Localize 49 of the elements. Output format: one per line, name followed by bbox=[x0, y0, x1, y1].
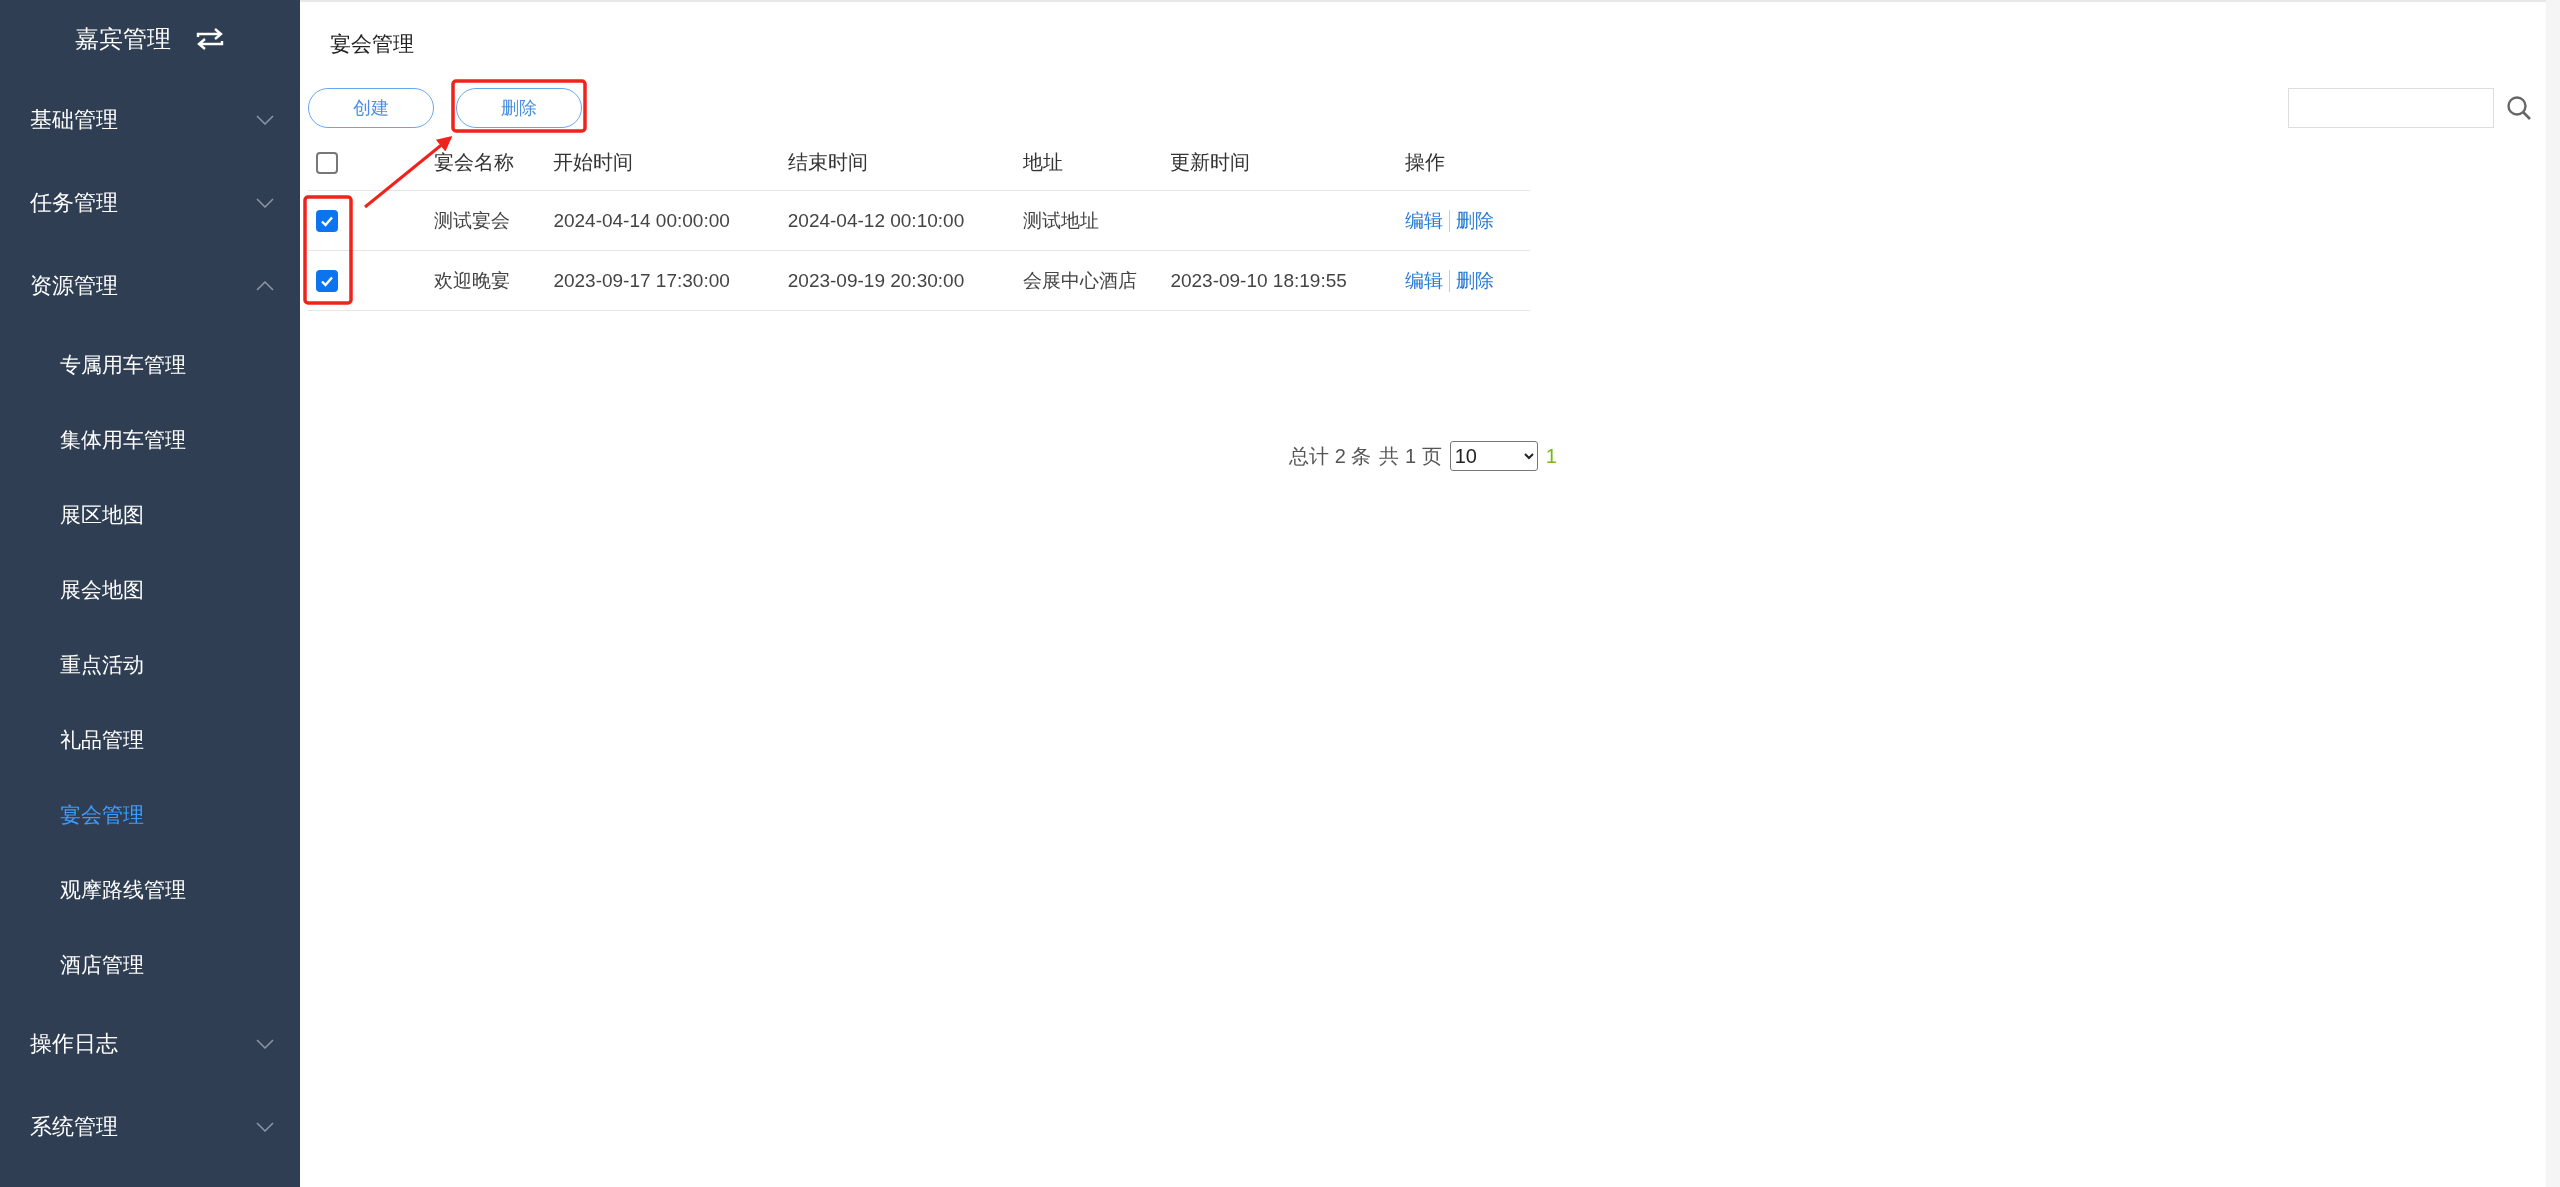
menu-item[interactable]: 宴会管理 bbox=[0, 777, 300, 852]
page-size-select[interactable]: 10 bbox=[1449, 441, 1538, 471]
menu-group[interactable]: 系统管理 bbox=[0, 1085, 300, 1168]
action-link[interactable]: 编辑 bbox=[1404, 209, 1443, 231]
chevron-icon bbox=[256, 1038, 274, 1049]
checkbox[interactable] bbox=[316, 270, 338, 292]
chevron-icon bbox=[256, 280, 274, 291]
switch-icon[interactable] bbox=[195, 27, 225, 51]
table-cell: 欢迎晚宴 bbox=[434, 269, 511, 291]
chevron-icon bbox=[256, 1121, 274, 1132]
menu-item[interactable]: 酒店管理 bbox=[0, 927, 300, 1002]
column-header: 宴会名称 bbox=[434, 150, 515, 173]
menu-group[interactable]: 任务管理 bbox=[0, 161, 300, 244]
column-header: 开始时间 bbox=[553, 150, 634, 173]
table-cell: 2023-09-19 20:30:00 bbox=[787, 269, 965, 291]
menu-group[interactable]: 操作日志 bbox=[0, 1002, 300, 1085]
column-header: 结束时间 bbox=[787, 150, 868, 173]
menu-item[interactable]: 展会地图 bbox=[0, 552, 300, 627]
table-cell: 2023-09-17 17:30:00 bbox=[553, 269, 730, 291]
menu-item[interactable]: 集体用车管理 bbox=[0, 402, 300, 477]
search-icon[interactable] bbox=[2506, 95, 2532, 121]
total-count: 总计 2 条 bbox=[1289, 443, 1372, 469]
page-count: 共 1 页 bbox=[1379, 443, 1442, 469]
table-cell: 2024-04-14 00:00:00 bbox=[553, 209, 730, 231]
action-link[interactable]: 删除 bbox=[1455, 269, 1494, 291]
action-link[interactable]: 删除 bbox=[1455, 209, 1494, 231]
sidebar-title: 嘉宾管理 bbox=[75, 24, 171, 54]
column-header: 操作 bbox=[1404, 150, 1445, 173]
menu-group[interactable]: 资源管理 bbox=[0, 244, 300, 327]
checkbox[interactable] bbox=[316, 210, 338, 232]
column-header: 更新时间 bbox=[1170, 150, 1251, 173]
table-cell: 测试宴会 bbox=[434, 209, 511, 231]
menu-item[interactable]: 重点活动 bbox=[0, 627, 300, 702]
chevron-icon bbox=[256, 114, 274, 125]
menu-item[interactable]: 观摩路线管理 bbox=[0, 852, 300, 927]
column-header: 地址 bbox=[1023, 150, 1064, 173]
checkbox[interactable] bbox=[316, 151, 338, 174]
table-cell: 测试地址 bbox=[1023, 209, 1100, 231]
table-cell: 会展中心酒店 bbox=[1023, 269, 1138, 291]
page-title: 宴会管理 bbox=[330, 32, 414, 55]
search-field[interactable] bbox=[2288, 88, 2494, 128]
menu-group[interactable]: 基础管理 bbox=[0, 78, 300, 161]
table-cell: 2024-04-12 00:10:00 bbox=[787, 209, 965, 231]
action-link[interactable]: 编辑 bbox=[1404, 269, 1443, 291]
menu-item[interactable]: 专属用车管理 bbox=[0, 327, 300, 402]
menu-item[interactable]: 展区地图 bbox=[0, 477, 300, 552]
chevron-icon bbox=[256, 197, 274, 208]
table-cell: 2023-09-10 18:19:55 bbox=[1170, 269, 1347, 291]
menu-item[interactable]: 礼品管理 bbox=[0, 702, 300, 777]
